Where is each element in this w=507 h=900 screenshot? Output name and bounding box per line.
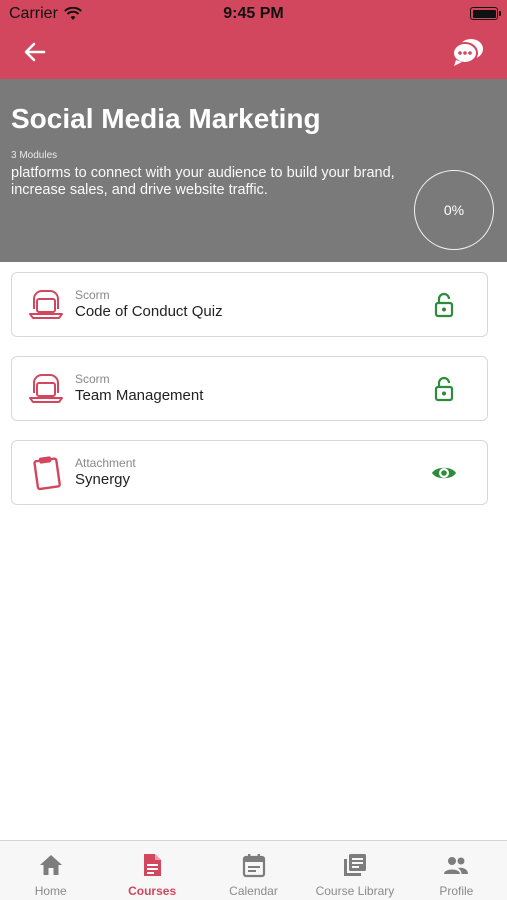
- tab-home[interactable]: Home: [0, 841, 101, 900]
- progress-label: 0%: [443, 202, 465, 218]
- module-card-synergy[interactable]: Attachment Synergy: [11, 440, 488, 505]
- tab-label: Home: [34, 884, 67, 898]
- tab-label: Calendar: [229, 884, 278, 898]
- calendar-icon: [242, 854, 265, 878]
- clipboard-icon: [33, 456, 61, 491]
- module-type: Scorm: [75, 288, 110, 302]
- eye-icon[interactable]: [431, 460, 457, 486]
- status-bar: Carrier 9:45 PM: [0, 0, 507, 28]
- module-name: Synergy: [75, 471, 131, 488]
- module-name: Team Management: [75, 387, 204, 404]
- clock: 9:45 PM: [223, 5, 284, 22]
- document-icon: [144, 854, 162, 876]
- tab-label: Profile: [439, 884, 474, 898]
- tab-bar: Home Courses Calendar Course Library Pro…: [0, 840, 507, 900]
- course-description: platforms to connect with your audience …: [11, 165, 395, 198]
- library-icon: [343, 854, 366, 876]
- unlock-icon[interactable]: [431, 292, 457, 318]
- arrow-left-icon: [24, 42, 46, 62]
- tab-label: Courses: [128, 884, 177, 898]
- module-name: Code of Conduct Quiz: [75, 303, 223, 320]
- tab-course-library[interactable]: Course Library: [304, 841, 405, 900]
- module-type: Scorm: [75, 372, 110, 386]
- unlock-icon[interactable]: [431, 376, 457, 402]
- people-icon: [444, 857, 469, 874]
- chat-bubbles-icon: [452, 39, 483, 66]
- home-icon: [39, 855, 62, 875]
- back-button[interactable]: [22, 40, 48, 64]
- module-card-team-management[interactable]: Scorm Team Management: [11, 356, 488, 421]
- module-type: Attachment: [75, 456, 136, 470]
- laptop-icon: [29, 290, 63, 319]
- tab-label: Course Library: [315, 884, 395, 898]
- progress-ring: 0%: [414, 170, 494, 250]
- laptop-icon: [29, 374, 63, 403]
- tab-calendar[interactable]: Calendar: [203, 841, 304, 900]
- module-card-code-of-conduct-quiz[interactable]: Scorm Code of Conduct Quiz: [11, 272, 488, 337]
- tab-profile[interactable]: Profile: [406, 841, 507, 900]
- course-header: Social Media Marketing 3 Modules platfor…: [0, 79, 507, 262]
- modules-count: 3 Modules: [11, 150, 58, 161]
- tab-courses[interactable]: Courses: [101, 841, 202, 900]
- course-title: Social Media Marketing: [11, 103, 321, 134]
- battery-icon: [470, 7, 501, 20]
- chat-button[interactable]: [451, 36, 485, 68]
- top-bar: Carrier 9:45 PM: [0, 0, 507, 79]
